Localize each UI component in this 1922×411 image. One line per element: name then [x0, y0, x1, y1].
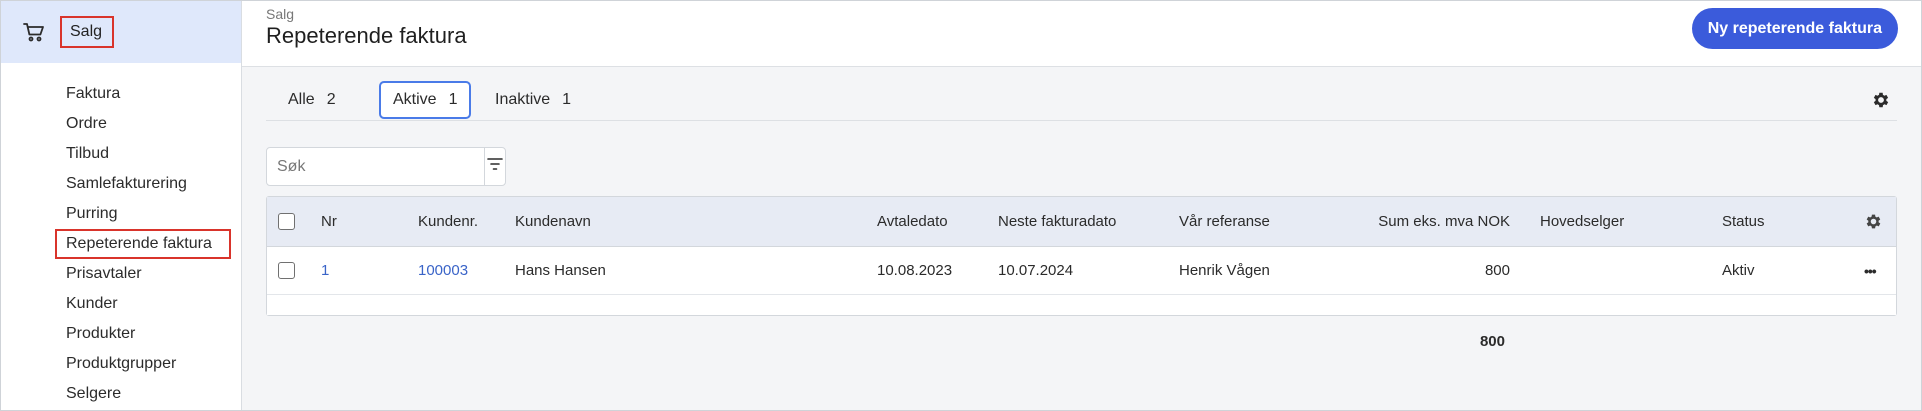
tab-label: Alle: [288, 91, 315, 108]
cell-kundenavn: Hans Hansen: [515, 262, 606, 279]
tab-count: 1: [448, 91, 458, 108]
sidebar-item-faktura[interactable]: Faktura: [1, 79, 241, 109]
cell-kundenr-link[interactable]: 100003: [418, 247, 468, 294]
cell-nr-link[interactable]: 1: [321, 247, 329, 294]
tab-aktive[interactable]: Aktive 1: [379, 81, 472, 119]
tab-label: Inaktive: [495, 91, 551, 108]
cell-status: Aktiv: [1722, 262, 1755, 279]
recurring-invoice-table: Nr Kundenr. Kundenavn Avtaledato Neste f…: [266, 196, 1897, 316]
column-header-avtaledato[interactable]: Avtaledato: [877, 197, 948, 246]
column-header-kundenr[interactable]: Kundenr.: [418, 197, 478, 246]
cell-neste-fakturadato: 10.07.2024: [998, 262, 1074, 279]
sidebar-section-label[interactable]: Salg: [60, 16, 115, 48]
page-title: Repeterende faktura: [266, 23, 467, 48]
new-recurring-invoice-button[interactable]: Ny repeterende faktura: [1691, 8, 1898, 49]
tab-label: Aktive: [393, 91, 437, 108]
row-checkbox[interactable]: [278, 262, 295, 279]
search-input[interactable]: [267, 148, 484, 185]
tab-inaktive[interactable]: Inaktive 1: [483, 81, 583, 119]
breadcrumb[interactable]: Salg: [266, 6, 294, 22]
sidebar-section-header[interactable]: Salg: [1, 1, 241, 63]
column-header-hovedselger[interactable]: Hovedselger: [1540, 197, 1624, 246]
filter-icon: [486, 155, 504, 178]
cell-sum: 800: [1484, 262, 1510, 279]
column-header-kundenavn[interactable]: Kundenavn: [515, 197, 591, 246]
table-row[interactable]: 1 100003 Hans Hansen 10.08.2023 10.07.20…: [267, 247, 1896, 295]
sidebar-item-produktgrupper[interactable]: Produktgrupper: [1, 349, 241, 379]
sidebar-item-repeterende-faktura[interactable]: Repeterende faktura: [1, 229, 241, 259]
main-content: Salg Repeterende faktura Ny repeterende …: [242, 1, 1921, 410]
column-header-status[interactable]: Status: [1722, 197, 1765, 246]
cell-var-referanse: Henrik Vågen: [1179, 262, 1270, 279]
sidebar-item-label: Selgere: [66, 385, 122, 402]
sidebar-item-ordre[interactable]: Ordre: [1, 109, 241, 139]
select-all-checkbox-cell: [278, 197, 295, 246]
sidebar-item-label: Purring: [66, 205, 118, 222]
sidebar-item-label: Produkter: [66, 325, 136, 342]
select-all-checkbox[interactable]: [278, 213, 295, 230]
column-header-var-referanse[interactable]: Vår referanse: [1179, 197, 1270, 246]
tab-alle[interactable]: Alle 2: [276, 81, 348, 119]
column-settings-gear-icon[interactable]: [1864, 197, 1883, 246]
search-box: [266, 147, 506, 186]
sidebar-nav: Faktura Ordre Tilbud Samlefakturering Pu…: [1, 79, 241, 409]
sidebar: Salg Faktura Ordre Tilbud Samlefaktureri…: [1, 1, 242, 410]
row-checkbox-cell: [278, 247, 295, 294]
sidebar-item-label: Faktura: [66, 85, 121, 102]
sidebar-item-samlefakturering[interactable]: Samlefakturering: [1, 169, 241, 199]
sidebar-item-label: Ordre: [66, 115, 107, 132]
sidebar-item-label: Produktgrupper: [66, 355, 177, 372]
app-window: Salg Faktura Ordre Tilbud Samlefaktureri…: [0, 0, 1922, 411]
tab-count: 2: [326, 91, 336, 108]
sidebar-item-purring[interactable]: Purring: [1, 199, 241, 229]
sidebar-item-label: Samlefakturering: [66, 175, 187, 192]
sidebar-item-prisavtaler[interactable]: Prisavtaler: [1, 259, 241, 289]
row-more-menu-icon[interactable]: •••: [1864, 247, 1877, 294]
tab-count: 1: [562, 91, 572, 108]
settings-gear-icon[interactable]: [1871, 90, 1891, 110]
sidebar-item-label: Kunder: [66, 295, 118, 312]
cell-avtaledato: 10.08.2023: [877, 262, 953, 279]
sidebar-item-kunder[interactable]: Kunder: [1, 289, 241, 319]
sidebar-item-selgere[interactable]: Selgere: [1, 379, 241, 409]
table-footer: [267, 295, 1896, 315]
column-header-sum[interactable]: Sum eks. mva NOK: [1347, 197, 1510, 246]
sidebar-item-produkter[interactable]: Produkter: [1, 319, 241, 349]
column-header-nr[interactable]: Nr: [321, 197, 337, 246]
sum-total: 800: [1479, 333, 1505, 350]
column-header-neste-fakturadato[interactable]: Neste fakturadato: [998, 197, 1116, 246]
sidebar-item-label: Repeterende faktura: [55, 229, 231, 259]
sidebar-item-tilbud[interactable]: Tilbud: [1, 139, 241, 169]
filter-button[interactable]: [484, 148, 505, 185]
shopping-cart-icon: [21, 19, 47, 45]
tab-bar: Alle 2 Aktive 1 Inaktive 1: [266, 81, 1897, 121]
table-header: Nr Kundenr. Kundenavn Avtaledato Neste f…: [267, 197, 1896, 247]
page-header: Salg Repeterende faktura Ny repeterende …: [242, 1, 1921, 67]
sidebar-item-label: Prisavtaler: [66, 265, 142, 282]
sidebar-item-label: Tilbud: [66, 145, 109, 162]
